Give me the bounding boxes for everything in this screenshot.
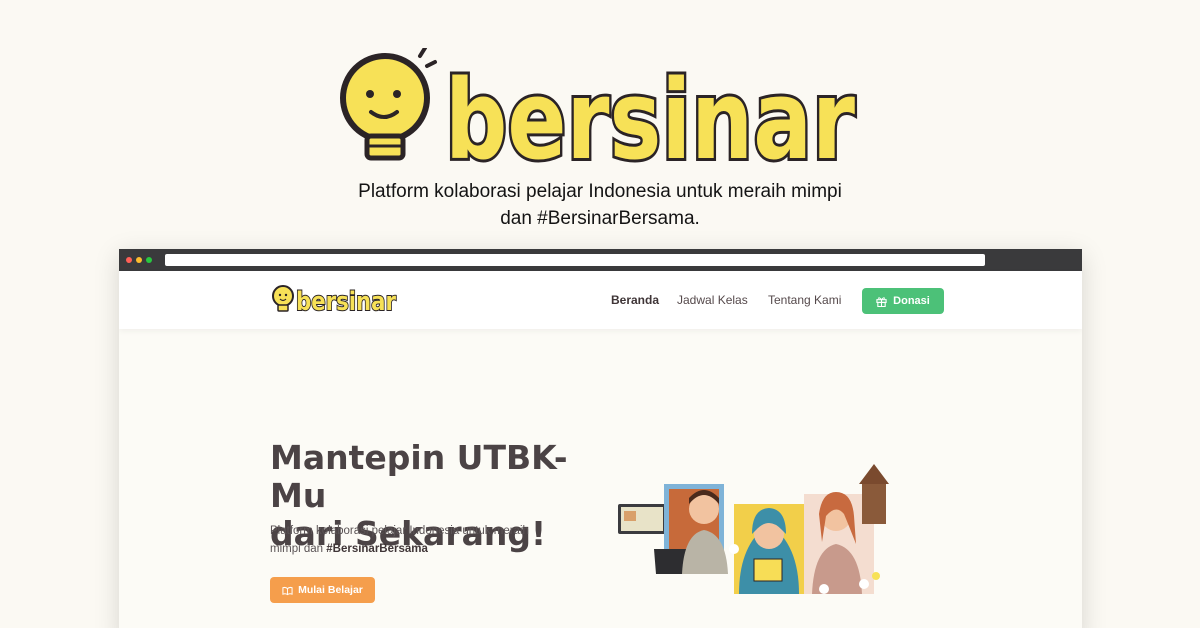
- close-dot-icon[interactable]: [126, 257, 132, 263]
- gift-icon: [876, 296, 887, 307]
- nav-link-beranda[interactable]: Beranda: [611, 293, 659, 307]
- hero-subtitle-line-1: Platform kolaborasi pelajar Indonesia un…: [270, 525, 529, 537]
- bersinar-logo: bersinar: [340, 48, 858, 174]
- donate-button[interactable]: Donasi: [862, 288, 944, 314]
- nav-logo-wordmark: bersinar: [296, 287, 396, 317]
- nav-link-tentang-kami[interactable]: Tentang Kami: [768, 293, 841, 307]
- hero-illustration: [618, 464, 889, 594]
- lightbulb-mascot-icon: [340, 48, 437, 161]
- nav-logo[interactable]: bersinar: [271, 283, 401, 317]
- logo-wordmark: bersinar: [445, 56, 855, 174]
- tagline-line-2: dan #BersinarBersama.: [500, 208, 700, 229]
- lightbulb-mascot-icon: [272, 285, 294, 312]
- donate-label: Donasi: [893, 295, 930, 307]
- browser-window: bersinar Beranda Jadwal Kelas Tentang Ka…: [119, 249, 1082, 628]
- start-learning-label: Mulai Belajar: [298, 584, 363, 596]
- book-open-icon: [282, 586, 293, 595]
- start-learning-button[interactable]: Mulai Belajar: [270, 577, 375, 603]
- nav-link-jadwal-kelas[interactable]: Jadwal Kelas: [677, 293, 748, 307]
- address-bar[interactable]: [165, 254, 985, 266]
- hero-hashtag: #BersinarBersama: [326, 543, 428, 555]
- tagline-line-1: Platform kolaborasi pelajar Indonesia un…: [358, 181, 842, 202]
- tagline: Platform kolaborasi pelajar Indonesia un…: [0, 178, 1200, 232]
- hero-subtitle-line-2: mimpi dan #BersinarBersama: [270, 540, 570, 558]
- hero-title-line-1: Mantepin UTBK-Mu: [270, 438, 568, 515]
- site-navbar: bersinar Beranda Jadwal Kelas Tentang Ka…: [119, 271, 1082, 329]
- minimize-dot-icon[interactable]: [136, 257, 142, 263]
- browser-titlebar: [119, 249, 1082, 271]
- hero-subtitle-prefix: mimpi dan: [270, 543, 327, 555]
- maximize-dot-icon[interactable]: [146, 257, 152, 263]
- hero-subtitle: Platform kolaborasi pelajar Indonesia un…: [270, 522, 570, 558]
